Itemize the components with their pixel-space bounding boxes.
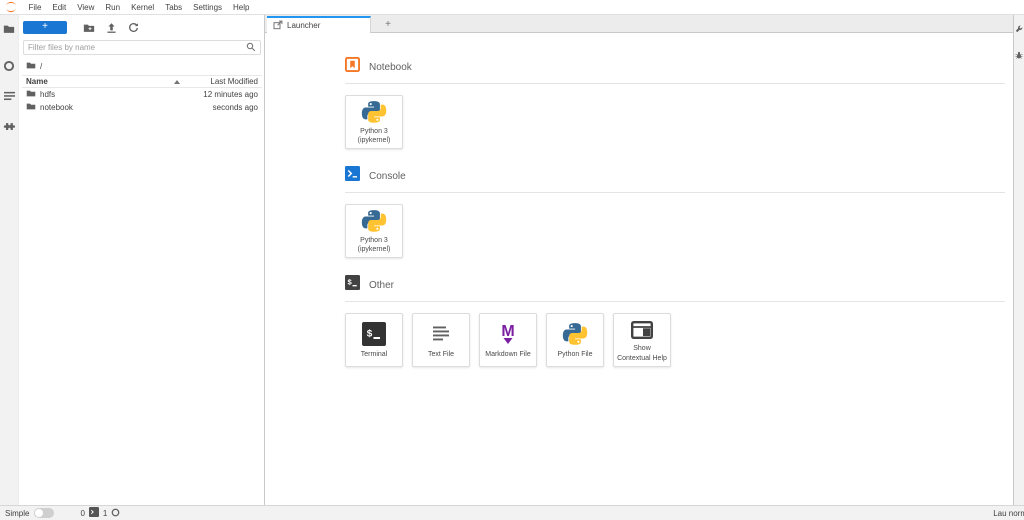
notebook-icon: [345, 57, 360, 77]
terminal-status-icon: [89, 507, 99, 519]
file-row-notebook[interactable]: notebook seconds ago: [22, 101, 262, 114]
contextual-help-icon: [630, 317, 654, 342]
status-right-text: Lau norm: [993, 509, 1024, 518]
kernels-count: 1: [103, 509, 107, 518]
file-modified: seconds ago: [188, 103, 258, 112]
menu-file[interactable]: File: [23, 3, 47, 12]
console-icon: [345, 166, 360, 186]
running-sessions-icon[interactable]: [2, 59, 16, 73]
jupyter-logo-icon: [3, 1, 19, 13]
file-modified: 12 minutes ago: [188, 90, 258, 99]
menu-view[interactable]: View: [72, 3, 100, 12]
menu-tabs[interactable]: Tabs: [160, 3, 188, 12]
debugger-icon[interactable]: [1015, 51, 1023, 59]
upload-icon[interactable]: [105, 21, 117, 34]
file-browser-toolbar: +: [23, 19, 261, 36]
extension-manager-icon[interactable]: [2, 120, 16, 134]
refresh-icon[interactable]: [127, 21, 139, 34]
modified-column-header[interactable]: Last Modified: [188, 77, 258, 86]
launcher-card-notebook-python3[interactable]: Python 3 (ipykernel): [345, 95, 403, 149]
launcher-section-console: Console Python 3 (ipykernel): [345, 166, 1005, 258]
table-of-contents-icon[interactable]: [2, 89, 16, 103]
app-body: + /: [0, 15, 1024, 505]
card-label: Text File: [428, 350, 454, 359]
file-row-hdfs[interactable]: hdfs 12 minutes ago: [22, 88, 262, 101]
jupyterlab-window: File Edit View Run Kernel Tabs Settings …: [0, 0, 1024, 520]
breadcrumb[interactable]: /: [22, 59, 262, 73]
running-sessions-status[interactable]: 0 1: [80, 507, 120, 519]
markdown-icon: M: [496, 321, 520, 348]
filter-files-input[interactable]: [28, 43, 246, 52]
launcher-card-text-file[interactable]: Text File: [412, 313, 470, 367]
search-icon: [246, 39, 256, 57]
text-file-icon: [430, 321, 452, 348]
menu-edit[interactable]: Edit: [47, 3, 72, 12]
folder-icon: [26, 89, 36, 100]
new-tab-button[interactable]: +: [377, 17, 399, 32]
menu-kernel[interactable]: Kernel: [126, 3, 160, 12]
menu-settings[interactable]: Settings: [188, 3, 228, 12]
kernel-status-icon: [111, 508, 120, 519]
launcher-card-markdown-file[interactable]: M Markdown File: [479, 313, 537, 367]
tab-launcher[interactable]: Launcher: [267, 16, 371, 33]
menu-run[interactable]: Run: [100, 3, 126, 12]
launcher-card-console-python3[interactable]: Python 3 (ipykernel): [345, 204, 403, 258]
right-sidebar: [1014, 15, 1024, 505]
python-logo-icon: [361, 99, 387, 125]
tab-label: Launcher: [287, 21, 320, 30]
svg-text:M: M: [501, 323, 514, 340]
menu-help[interactable]: Help: [228, 3, 255, 12]
breadcrumb-root: /: [40, 62, 42, 71]
simple-mode-label: Simple: [5, 509, 29, 518]
terminal-icon: $: [345, 275, 360, 295]
section-title: Other: [369, 280, 394, 291]
launcher-section-notebook: Notebook Python 3 (ipykernel): [345, 57, 1005, 149]
section-title: Notebook: [369, 62, 412, 73]
name-column-header[interactable]: Name: [26, 77, 48, 86]
launcher-tab-icon: [273, 17, 283, 35]
file-browser-panel: + /: [18, 15, 264, 505]
file-list-header[interactable]: Name Last Modified: [22, 75, 262, 88]
section-title: Console: [369, 171, 406, 182]
new-folder-icon[interactable]: [83, 21, 95, 34]
card-label: Python 3 (ipykernel): [348, 127, 400, 146]
menu-bar: File Edit View Run Kernel Tabs Settings …: [0, 0, 1024, 15]
left-sidebar: [0, 15, 18, 505]
card-label: Python File: [557, 350, 592, 359]
launcher-card-python-file[interactable]: Python File: [546, 313, 604, 367]
card-label: Show Contextual Help: [616, 344, 668, 363]
python-logo-icon: [562, 321, 588, 348]
file-browser-icon[interactable]: [2, 22, 16, 36]
card-label: Markdown File: [485, 350, 531, 359]
svg-text:$: $: [347, 279, 352, 287]
terminals-count: 0: [80, 509, 84, 518]
launcher-card-contextual-help[interactable]: Show Contextual Help: [613, 313, 671, 367]
filter-files-field[interactable]: [23, 40, 261, 55]
svg-text:$: $: [367, 329, 373, 341]
property-inspector-icon[interactable]: [1015, 25, 1023, 33]
home-folder-icon: [26, 61, 36, 72]
launcher-panel: Notebook Python 3 (ipykernel): [265, 33, 1013, 505]
card-label: Terminal: [361, 350, 387, 359]
new-launcher-button[interactable]: +: [23, 21, 67, 34]
launcher-card-terminal[interactable]: $ Terminal: [345, 313, 403, 367]
main-dock: Launcher + Notebook: [264, 15, 1014, 505]
status-bar: Simple 0 1 Lau norm: [0, 505, 1024, 520]
sort-caret-icon: [174, 77, 180, 86]
launcher-section-other: $ Other $ Terminal: [345, 275, 1005, 367]
folder-icon: [26, 102, 36, 113]
card-label: Python 3 (ipykernel): [348, 236, 400, 255]
tab-bar: Launcher +: [265, 15, 1013, 33]
terminal-icon: $: [362, 321, 386, 348]
simple-mode-toggle[interactable]: [34, 508, 54, 518]
python-logo-icon: [361, 208, 387, 234]
